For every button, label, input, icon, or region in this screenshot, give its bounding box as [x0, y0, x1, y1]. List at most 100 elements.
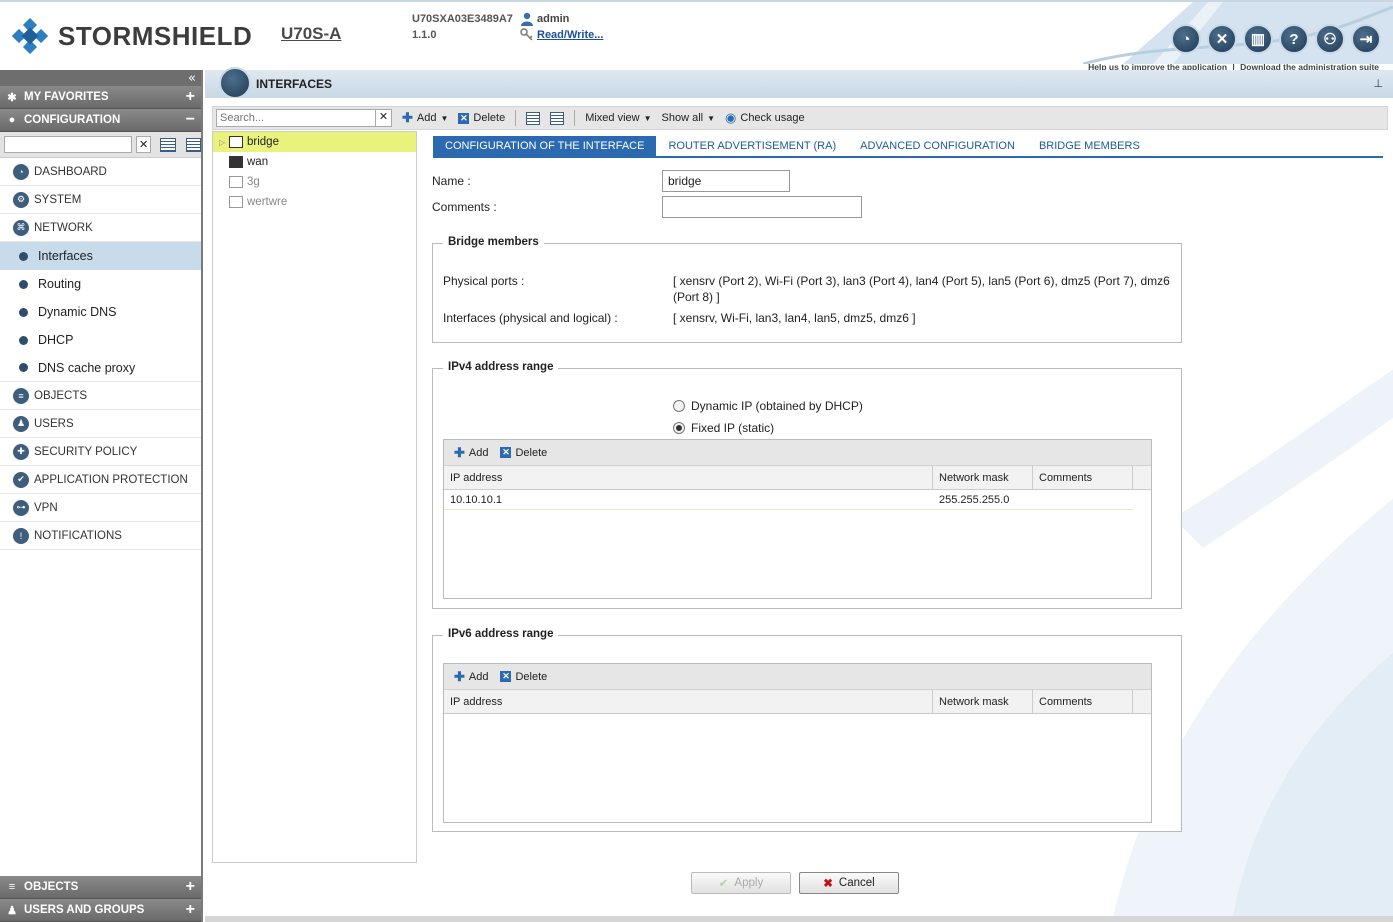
access-level-link[interactable]: Read/Write...: [537, 27, 603, 43]
tree-view-button[interactable]: [550, 111, 565, 125]
logout-icon[interactable]: ⇥: [1351, 24, 1381, 54]
menu-label: NETWORK: [34, 221, 93, 234]
dynamic-ip-radio[interactable]: Dynamic IP (obtained by DHCP): [673, 399, 863, 413]
menu-objects[interactable]: ≡ OBJECTS: [0, 382, 201, 410]
tree-item-label: 3g: [247, 176, 260, 188]
menu-network[interactable]: ⌘ NETWORK: [0, 214, 201, 242]
expand-icon[interactable]: +: [186, 878, 195, 896]
support-icon[interactable]: ⚇: [1315, 24, 1345, 54]
app-header: STORMSHIELD U70S-A U70SXA03E3489A7 1.1.0…: [0, 0, 1393, 72]
tree-item-wertwre[interactable]: wertwre: [213, 192, 416, 212]
check-usage-button[interactable]: ◉ Check usage: [725, 110, 805, 126]
list-view-button[interactable]: [526, 111, 541, 125]
fixed-ip-radio[interactable]: Fixed IP (static): [673, 421, 774, 435]
menu-routing[interactable]: Routing: [0, 270, 201, 298]
modem-icon: [229, 196, 243, 208]
monitoring-icon[interactable]: ▥: [1243, 24, 1273, 54]
expand-icon[interactable]: +: [186, 88, 195, 106]
expand-arrow-icon[interactable]: ▷: [219, 138, 229, 147]
comments-field[interactable]: [662, 196, 862, 218]
cancel-x-icon: ✖: [823, 878, 833, 890]
column-comments[interactable]: Comments: [1033, 690, 1133, 713]
name-field[interactable]: bridge: [662, 170, 790, 192]
favorites-label: MY FAVORITES: [24, 91, 109, 103]
menu-security-policy[interactable]: ✚ SECURITY POLICY: [0, 438, 201, 466]
interface-search-input[interactable]: [217, 110, 375, 126]
expand-icon[interactable]: +: [186, 901, 195, 919]
column-ip-address[interactable]: IP address: [444, 466, 933, 489]
dropdown-caret-icon: ▼: [440, 113, 449, 123]
ipv6-legend: IPv6 address range: [443, 628, 559, 640]
list-view-icon: [526, 111, 541, 125]
objects-panel-header[interactable]: ≡ OBJECTS +: [0, 876, 201, 899]
tree-item-3g[interactable]: 3g: [213, 172, 416, 192]
column-comments[interactable]: Comments: [1033, 466, 1133, 489]
tree-item-wan[interactable]: wan: [213, 152, 416, 172]
stormshield-logo-icon: [12, 18, 48, 54]
delete-interface-button[interactable]: ✕ Delete: [458, 112, 505, 124]
menu-application-protection[interactable]: ✔ APPLICATION PROTECTION: [0, 466, 201, 494]
menu-dynamic-dns[interactable]: Dynamic DNS: [0, 298, 201, 326]
star-icon: ✱: [7, 91, 17, 104]
column-ip-address[interactable]: IP address: [444, 690, 933, 713]
tab-router-advertisement[interactable]: ROUTER ADVERTISEMENT (RA): [656, 136, 848, 156]
interfaces-label: Interfaces (physical and logical) :: [443, 311, 618, 325]
menu-users[interactable]: ♟ USERS: [0, 410, 201, 438]
cancel-button[interactable]: ✖ Cancel: [799, 872, 899, 894]
menu-interfaces[interactable]: Interfaces: [0, 242, 201, 270]
mixed-view-label: Mixed view: [585, 112, 640, 124]
ipv4-grid-toolbar: ✚ Add ✕ Delete: [444, 440, 1151, 466]
sidebar-bottom-panels: ≡ OBJECTS + ♟ USERS AND GROUPS +: [0, 876, 201, 922]
bottom-resize-bar[interactable]: [205, 916, 1393, 922]
help-icon[interactable]: ?: [1279, 24, 1309, 54]
objects-icon: ≡: [13, 387, 29, 404]
list-view-icon[interactable]: [160, 137, 176, 152]
column-network-mask[interactable]: Network mask: [933, 466, 1033, 489]
network-icon: ⌘: [13, 219, 29, 236]
ipv4-add-button[interactable]: ✚ Add: [454, 445, 488, 461]
plus-icon: ✚: [402, 110, 413, 125]
pin-icon[interactable]: ⊥: [1373, 77, 1383, 90]
apply-button[interactable]: ✔ Apply: [691, 872, 791, 894]
dropdown-caret-icon: ▼: [643, 113, 652, 123]
add-interface-button[interactable]: ✚ Add ▼: [402, 110, 448, 126]
ipv6-delete-button[interactable]: ✕ Delete: [500, 671, 547, 683]
ipv4-delete-button[interactable]: ✕ Delete: [500, 447, 547, 459]
configuration-header[interactable]: ● CONFIGURATION −: [0, 109, 201, 132]
eye-icon: ◉: [725, 110, 737, 125]
users-groups-panel-header[interactable]: ♟ USERS AND GROUPS +: [0, 899, 201, 922]
tree-item-bridge[interactable]: ▷ bridge: [213, 132, 416, 152]
table-row[interactable]: 10.10.10.1 255.255.255.0: [444, 490, 1133, 510]
collapse-icon[interactable]: −: [186, 111, 195, 129]
tab-configuration[interactable]: CONFIGURATION OF THE INTERFACE: [433, 136, 657, 156]
ipv4-legend: IPv4 address range: [443, 361, 559, 373]
clear-search-icon[interactable]: ✕: [135, 136, 152, 153]
logo: STORMSHIELD: [12, 18, 252, 54]
tree-view-icon[interactable]: [185, 137, 202, 152]
plus-icon: ✚: [454, 668, 465, 684]
ipv6-add-button[interactable]: ✚ Add: [454, 669, 488, 685]
menu-search-input[interactable]: [4, 136, 132, 153]
menu-dhcp[interactable]: DHCP: [0, 326, 201, 354]
collapse-sidebar-icon[interactable]: «: [188, 71, 196, 86]
user-icon: [521, 12, 533, 26]
show-all-dropdown[interactable]: Show all ▼: [662, 112, 716, 124]
tab-advanced-configuration[interactable]: ADVANCED CONFIGURATION: [848, 136, 1027, 156]
tab-bridge-members[interactable]: BRIDGE MEMBERS: [1027, 136, 1152, 156]
column-network-mask[interactable]: Network mask: [933, 690, 1033, 713]
dashboard-gauge-icon[interactable]: ◔: [1171, 24, 1201, 54]
menu-search: ✕: [0, 132, 202, 158]
gear-icon: ●: [8, 114, 16, 126]
menu-dashboard[interactable]: ◔ DASHBOARD: [0, 158, 201, 186]
global-tools: ◔ ✕ ▥ ? ⚇ ⇥: [1171, 24, 1381, 54]
menu-vpn[interactable]: ⊶ VPN: [0, 494, 201, 522]
tools-icon[interactable]: ✕: [1207, 24, 1237, 54]
menu-dns-cache-proxy[interactable]: DNS cache proxy: [0, 354, 201, 382]
mixed-view-dropdown[interactable]: Mixed view ▼: [585, 112, 651, 124]
menu-notifications[interactable]: ! NOTIFICATIONS: [0, 522, 201, 550]
menu-system[interactable]: ⚙ SYSTEM: [0, 186, 201, 214]
delete-label: Delete: [515, 670, 548, 683]
add-label: Add: [416, 112, 437, 124]
clear-search-icon[interactable]: ✕: [375, 110, 391, 126]
favorites-header[interactable]: ✱ MY FAVORITES +: [0, 86, 201, 109]
